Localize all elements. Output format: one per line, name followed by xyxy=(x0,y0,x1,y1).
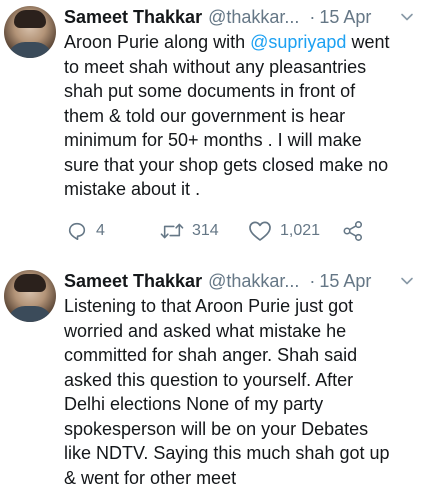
tweet-line: worried and asked what mistake he xyxy=(64,320,347,341)
retweet-icon xyxy=(160,223,184,239)
tweet-date[interactable]: 15 Apr xyxy=(319,271,371,291)
chevron-down-icon[interactable] xyxy=(400,274,414,288)
tweet-line: & went for other meet xyxy=(64,467,237,488)
tweet-line: spokesperson will be on your Debates xyxy=(64,418,369,439)
avatar-shirt xyxy=(7,306,53,322)
tweet-line: sure that your shop gets closed make no xyxy=(64,154,389,175)
tweet-date[interactable]: 15 Apr xyxy=(319,7,371,27)
author-name[interactable]: Sameet Thakkar xyxy=(64,271,202,291)
avatar-hair xyxy=(14,10,46,28)
like-count: 1,021 xyxy=(280,222,321,239)
tweet-text: Aroon Purie along with @supriyapd went t… xyxy=(64,30,424,202)
tweet-line: minimum for 50+ months . I will make xyxy=(64,130,362,150)
retweet-button[interactable]: 314 xyxy=(160,218,219,244)
tweet-line: Delhi elections None of my party xyxy=(64,394,324,414)
separator-dot: · xyxy=(309,7,316,27)
avatar-shirt xyxy=(7,42,53,58)
tweet-line: to meet shah without any pleasantries xyxy=(64,56,367,77)
author-handle[interactable]: @thakkar... xyxy=(208,7,299,27)
avatar[interactable] xyxy=(4,6,56,58)
reply-icon xyxy=(68,222,86,241)
tweet-text-segment: went xyxy=(346,32,390,52)
avatar[interactable] xyxy=(4,270,56,322)
separator-dot: · xyxy=(309,271,316,291)
tweet-text-segment: Aroon Purie along with xyxy=(64,32,251,52)
tweet-line: shah put some documents in front of xyxy=(64,81,356,101)
tweet-line: Listening to that Aroon Purie just got xyxy=(64,296,354,316)
reply-count: 4 xyxy=(96,222,105,239)
tweet-text: Listening to that Aroon Purie just got w… xyxy=(64,294,424,490)
tweet-line: mistake about it . xyxy=(64,179,201,199)
tweet-line: asked this question to yourself. After xyxy=(64,369,354,390)
tweet-header: Sameet Thakkar @thakkar... · 15 Apr xyxy=(64,268,420,294)
tweet-header: Sameet Thakkar @thakkar... · 15 Apr xyxy=(64,4,420,30)
tweet-actions: 4 314 1,021 xyxy=(64,218,420,244)
tweet-line: Aroon Purie along with @supriyapd went xyxy=(64,30,424,55)
author-name[interactable]: Sameet Thakkar xyxy=(64,7,202,27)
tweet-line: like NDTV. Saying this much shah got up xyxy=(64,443,390,463)
share-icon xyxy=(343,221,363,241)
mention-link[interactable]: @supriyapd xyxy=(250,32,346,52)
reply-button[interactable]: 4 xyxy=(66,218,105,244)
tweet-line: committed for shah anger. Shah said xyxy=(64,345,358,365)
retweet-count: 314 xyxy=(192,222,219,239)
author-handle[interactable]: @thakkar... xyxy=(208,271,299,291)
like-icon xyxy=(249,221,271,241)
share-button[interactable] xyxy=(342,218,364,244)
avatar-hair xyxy=(14,274,46,292)
tweet-line: them & told our government is hear xyxy=(64,105,346,126)
chevron-down-icon[interactable] xyxy=(400,10,414,24)
like-button[interactable]: 1,021 xyxy=(248,218,320,244)
